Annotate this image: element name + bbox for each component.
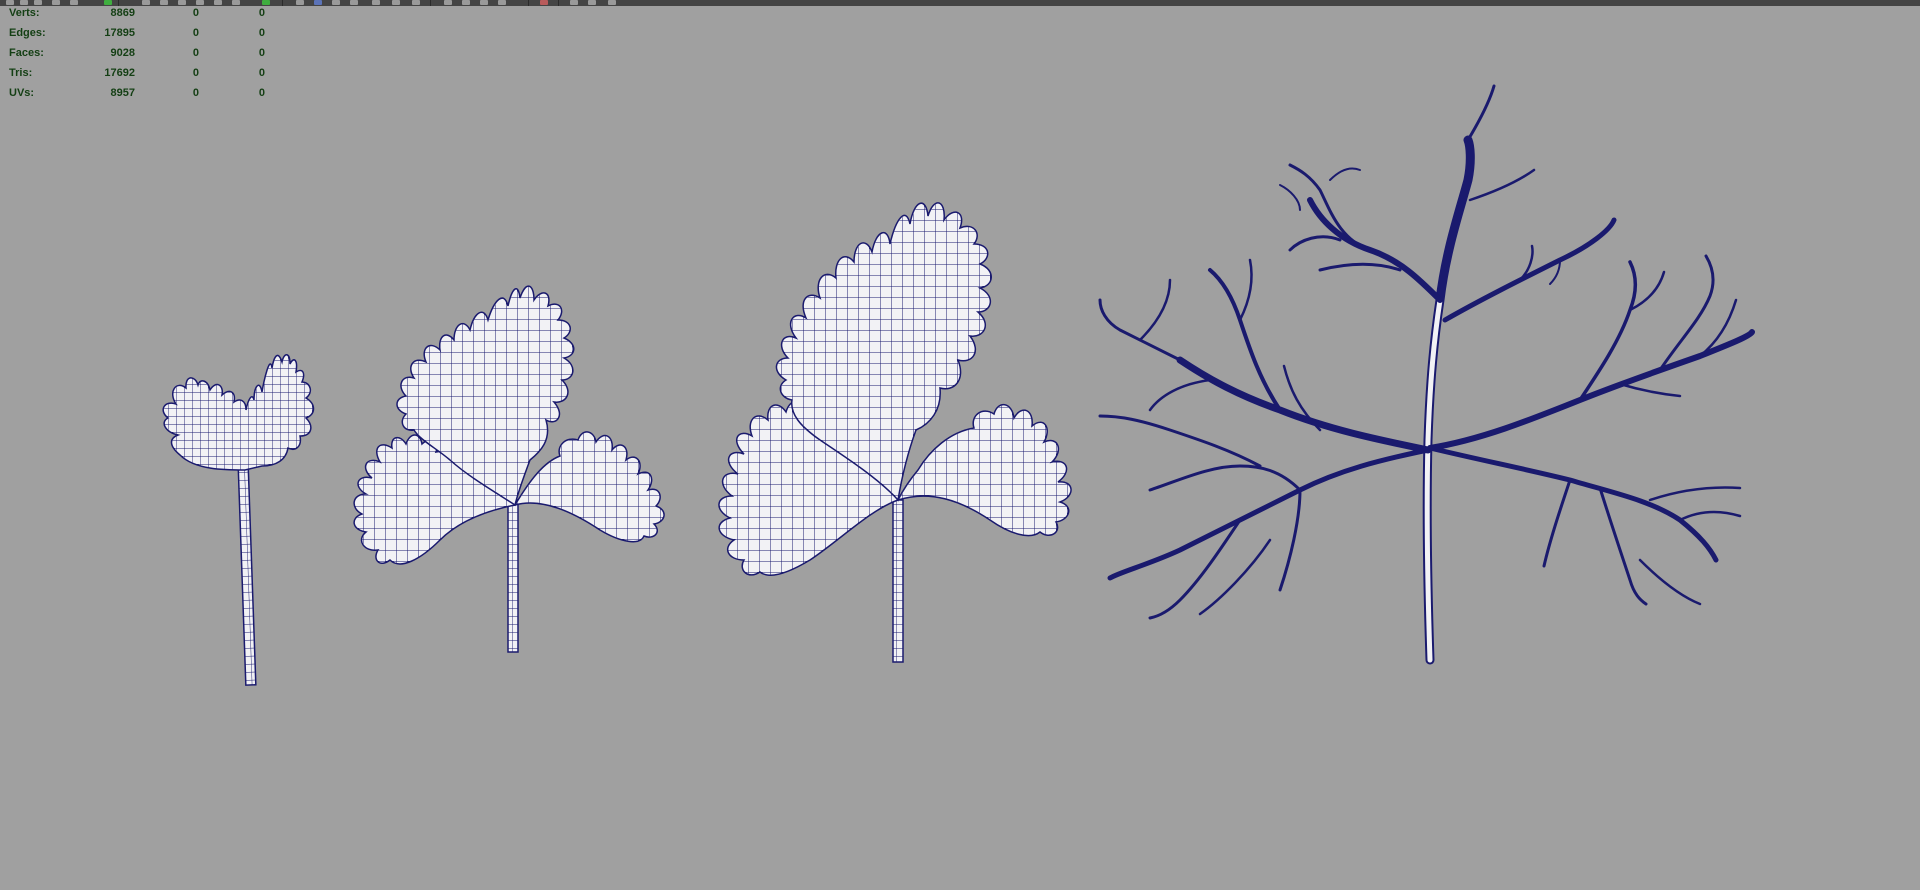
- leaf-blade: [162, 354, 315, 471]
- branch-twig: [1638, 558, 1702, 606]
- leaf-stem: [507, 499, 519, 653]
- branch-twig: [1148, 378, 1212, 412]
- medium-leaf-mesh[interactable]: [353, 285, 665, 653]
- branch-limb: [1427, 329, 1755, 451]
- branch-skeleton-mesh[interactable]: [1098, 84, 1755, 665]
- branch-twig: [1279, 184, 1301, 211]
- branch-twig: [1598, 486, 1648, 606]
- leaf-stem: [892, 499, 904, 663]
- branch-limb: [1442, 217, 1617, 323]
- branch-twig: [1542, 478, 1572, 568]
- branch-limb: [1307, 197, 1443, 303]
- leaf-stem: [237, 464, 257, 686]
- branch-twig: [1238, 258, 1253, 322]
- branch-twig: [1318, 262, 1402, 272]
- branch-twig: [1466, 84, 1496, 142]
- branch-trunk: [1422, 135, 1475, 665]
- branch-twig: [1208, 268, 1282, 412]
- 3d-viewport[interactable]: [0, 0, 1920, 890]
- branch-twig: [1148, 464, 1302, 492]
- branch-twig: [1648, 486, 1742, 502]
- branch-twig: [1138, 278, 1172, 342]
- large-leaf-mesh[interactable]: [718, 202, 1072, 663]
- branch-twig: [1468, 168, 1536, 202]
- branch-twig: [1618, 382, 1682, 398]
- branch-twig: [1198, 538, 1272, 616]
- branch-twig: [1098, 298, 1182, 362]
- branch-twig: [1278, 488, 1302, 592]
- branch-twig: [1288, 235, 1342, 252]
- branch-limb: [1176, 356, 1432, 454]
- small-leaf-mesh[interactable]: [162, 354, 315, 686]
- branch-twig: [1098, 414, 1262, 468]
- branch-limb: [1427, 445, 1719, 563]
- branch-twig: [1678, 510, 1742, 522]
- branch-twig: [1329, 167, 1361, 181]
- branch-twig: [1148, 518, 1242, 620]
